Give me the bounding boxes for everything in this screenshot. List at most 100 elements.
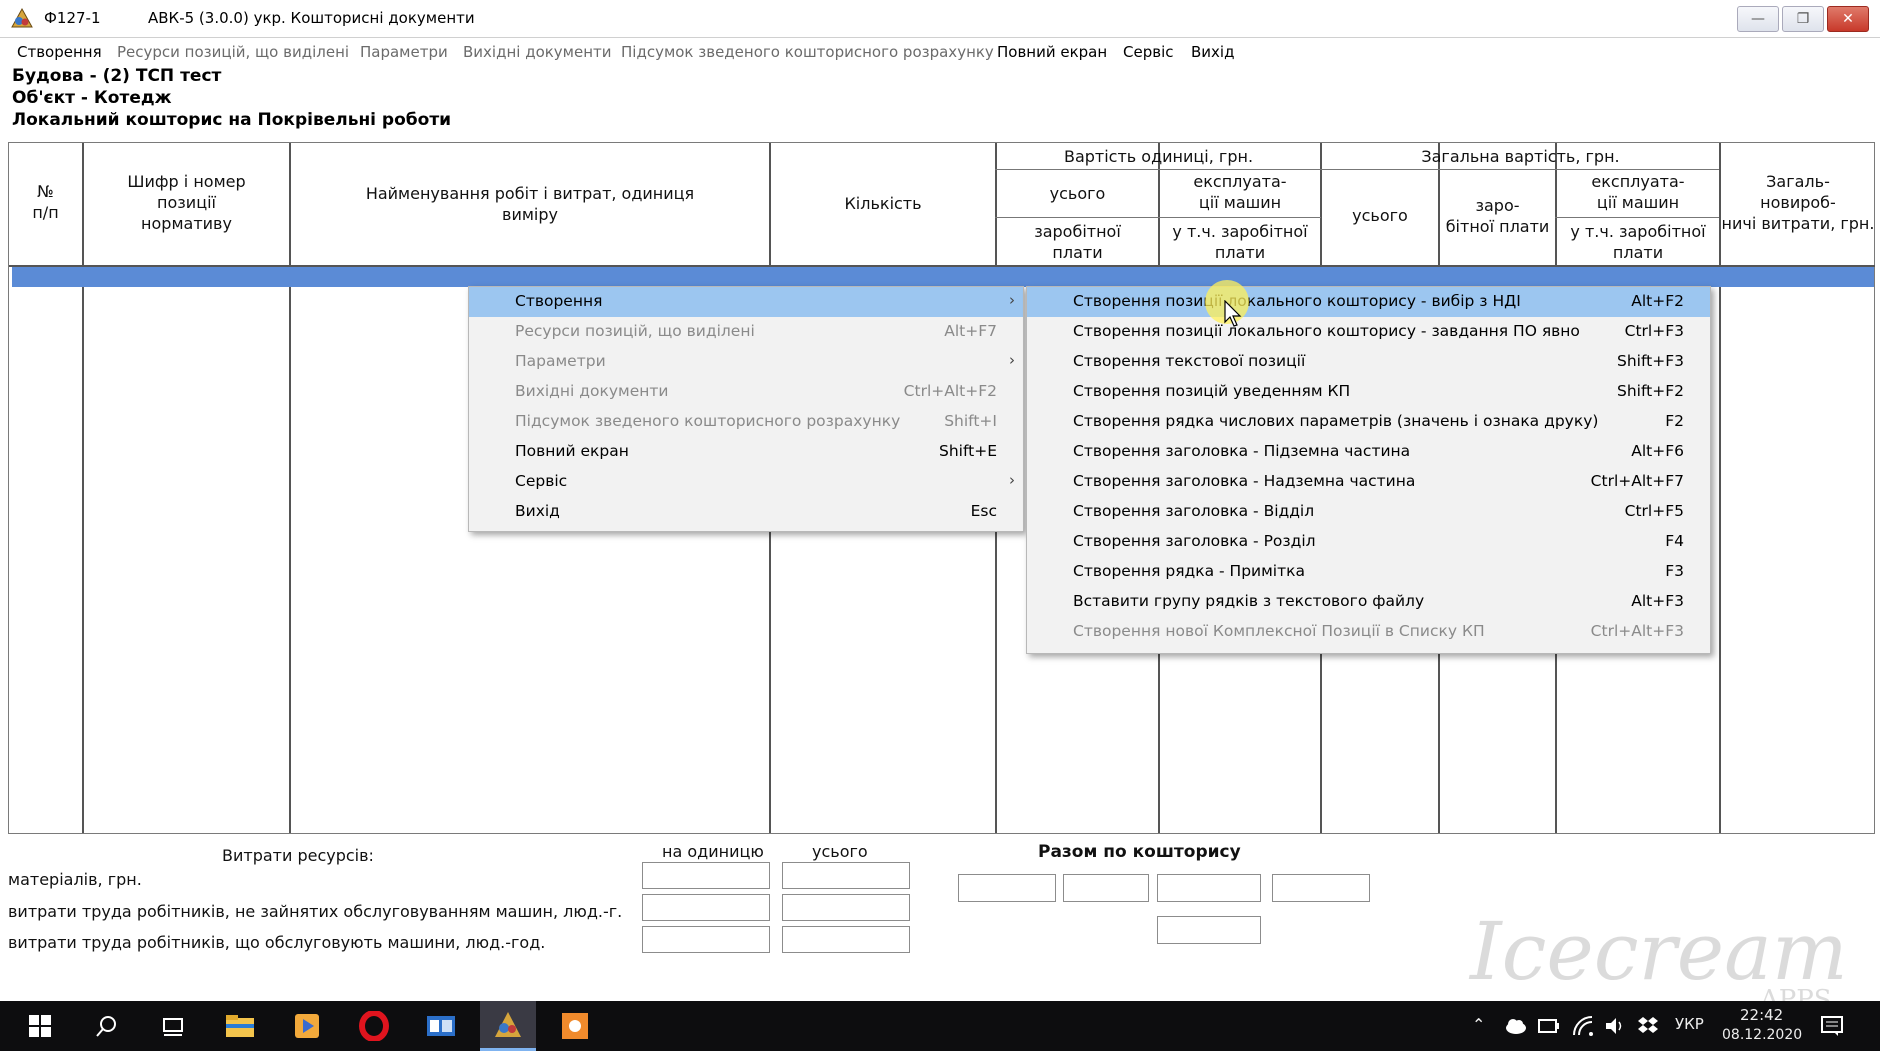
notifications-icon[interactable] bbox=[1820, 1014, 1844, 1038]
volume-icon[interactable] bbox=[1604, 1016, 1626, 1036]
materials-total-field[interactable] bbox=[782, 862, 910, 889]
sub-item-label: Створення позицій уведенням КП bbox=[1073, 382, 1351, 400]
clock-time[interactable]: 22:42 bbox=[1740, 1006, 1783, 1024]
sub-item-position-explicit[interactable]: Створення позиції локального кошторису -… bbox=[1027, 317, 1710, 347]
sub-item-insert-from-file[interactable]: Вставити групу рядків з текстового файлу… bbox=[1027, 587, 1710, 617]
taskbar-media-player[interactable] bbox=[279, 1001, 335, 1051]
estimate-total-field-3[interactable] bbox=[1157, 874, 1261, 902]
language-indicator[interactable]: УКР bbox=[1675, 1015, 1704, 1033]
header-number: № п/п bbox=[32, 182, 59, 222]
sub-item-new-complex-position[interactable]: Створення нової Комплексної Позиції в Сп… bbox=[1027, 617, 1710, 647]
battery-icon[interactable] bbox=[1538, 1018, 1560, 1034]
media-player-icon bbox=[295, 1014, 319, 1038]
ctx-item-exit[interactable]: Вихід Esc bbox=[469, 497, 1023, 527]
sub-item-header-underground[interactable]: Створення заголовка - Підземна частина A… bbox=[1027, 437, 1710, 467]
sub-item-label: Створення позиції локального кошторису -… bbox=[1073, 322, 1580, 340]
sub-item-shortcut: Alt+F2 bbox=[1631, 292, 1684, 310]
per-unit-label: на одиницю bbox=[662, 842, 764, 861]
estimate-total-field-5[interactable] bbox=[1157, 916, 1261, 944]
sub-item-text-position[interactable]: Створення текстової позиції Shift+F3 bbox=[1027, 347, 1710, 377]
ctx-item-service[interactable]: Сервіс › bbox=[469, 467, 1023, 497]
materials-per-unit-field[interactable] bbox=[642, 862, 770, 889]
windows-logo-icon bbox=[29, 1015, 51, 1037]
sub-item-shortcut: Alt+F6 bbox=[1631, 442, 1684, 460]
ctx-item-stvorennia[interactable]: Створення › bbox=[469, 287, 1023, 317]
sub-item-shortcut: Shift+F3 bbox=[1617, 352, 1684, 370]
clock-date[interactable]: 08.12.2020 bbox=[1722, 1027, 1802, 1043]
cloud-icon[interactable] bbox=[1504, 1017, 1528, 1035]
minimize-button[interactable]: — bbox=[1737, 6, 1779, 32]
menu-service[interactable]: Сервіс bbox=[1123, 43, 1173, 61]
task-view-button[interactable] bbox=[145, 1001, 201, 1051]
ctx-item-parameters[interactable]: Параметри › bbox=[469, 347, 1023, 377]
materials-label: матеріалів, грн. bbox=[8, 870, 142, 889]
sub-item-label: Створення заголовка - Розділ bbox=[1073, 532, 1316, 550]
ctx-item-fullscreen[interactable]: Повний екран Shift+E bbox=[469, 437, 1023, 467]
sub-item-shortcut: F4 bbox=[1665, 532, 1684, 550]
sub-item-label: Створення заголовка - Підземна частина bbox=[1073, 442, 1411, 460]
selected-table-row[interactable] bbox=[12, 267, 1874, 287]
sub-item-label: Створення рядка числових параметрів (зна… bbox=[1073, 412, 1599, 430]
search-button[interactable] bbox=[79, 1001, 135, 1051]
maximize-button[interactable]: ❐ bbox=[1782, 6, 1824, 32]
menu-summary[interactable]: Підсумок зведеного кошторисного розрахун… bbox=[621, 43, 994, 61]
ctx-item-output-docs[interactable]: Вихідні документи Ctrl+Alt+F2 bbox=[469, 377, 1023, 407]
menu-stvorennia[interactable]: Створення bbox=[17, 43, 102, 61]
sub-item-shortcut: Ctrl+Alt+F7 bbox=[1590, 472, 1684, 490]
ctx-item-summary[interactable]: Підсумок зведеного кошторисного розрахун… bbox=[469, 407, 1023, 437]
labor-machine-total-field[interactable] bbox=[782, 926, 910, 953]
sub-item-shortcut: Ctrl+Alt+F3 bbox=[1590, 622, 1684, 640]
avk5-app-icon bbox=[495, 1011, 521, 1037]
sub-item-label: Створення заголовка - Надземна частина bbox=[1073, 472, 1416, 490]
menu-fullscreen[interactable]: Повний екран bbox=[997, 43, 1107, 61]
tray-expand-icon[interactable]: ⌃ bbox=[1472, 1015, 1485, 1034]
labor-nonmachine-total-field[interactable] bbox=[782, 894, 910, 921]
sub-item-header-section[interactable]: Створення заголовка - Розділ F4 bbox=[1027, 527, 1710, 557]
app-window-icon bbox=[427, 1016, 455, 1036]
ctx-item-shortcut: Esc bbox=[970, 502, 997, 520]
taskbar-file-explorer[interactable] bbox=[212, 1001, 268, 1051]
sub-item-shortcut: Ctrl+F5 bbox=[1624, 502, 1684, 520]
context-menu: Створення › Ресурси позицій, що виділені… bbox=[468, 286, 1024, 532]
sub-item-numeric-params[interactable]: Створення рядка числових параметрів (зна… bbox=[1027, 407, 1710, 437]
task-view-icon bbox=[163, 1018, 183, 1036]
creation-submenu: Створення позиції локального кошторису -… bbox=[1026, 286, 1711, 654]
estimate-total-field-1[interactable] bbox=[958, 874, 1056, 902]
menu-resources[interactable]: Ресурси позицій, що виділені bbox=[117, 43, 349, 61]
chevron-right-icon: › bbox=[1009, 291, 1015, 309]
mouse-pointer-icon bbox=[1224, 300, 1242, 327]
sub-item-label: Створення нової Комплексної Позиції в Сп… bbox=[1073, 622, 1485, 640]
menu-parameters[interactable]: Параметри bbox=[360, 43, 448, 61]
construction-line: Будова - (2) ТСП тест bbox=[12, 66, 222, 86]
sub-item-label: Створення текстової позиції bbox=[1073, 352, 1306, 370]
ctx-item-resources[interactable]: Ресурси позицій, що виділені Alt+F7 bbox=[469, 317, 1023, 347]
sub-item-note-row[interactable]: Створення рядка - Примітка F3 bbox=[1027, 557, 1710, 587]
close-button[interactable]: ✕ bbox=[1827, 6, 1869, 32]
labor-machine-per-unit-field[interactable] bbox=[642, 926, 770, 953]
header-unit-wage: заробітної плати bbox=[1034, 222, 1121, 262]
chevron-right-icon: › bbox=[1009, 471, 1015, 489]
chevron-right-icon: › bbox=[1009, 351, 1015, 369]
taskbar-opera[interactable] bbox=[346, 1001, 402, 1051]
sub-item-position-ndi[interactable]: Створення позиції локального кошторису -… bbox=[1027, 287, 1710, 317]
menu-exit[interactable]: Вихід bbox=[1191, 43, 1234, 61]
estimate-total-field-4[interactable] bbox=[1272, 874, 1370, 902]
wifi-icon[interactable] bbox=[1572, 1015, 1594, 1037]
sub-item-label: Створення позиції локального кошторису -… bbox=[1073, 292, 1521, 310]
header-name: Найменування робіт і витрат, одиниця вим… bbox=[365, 184, 695, 224]
sub-item-shortcut: F2 bbox=[1665, 412, 1684, 430]
labor-nonmachine-per-unit-field[interactable] bbox=[642, 894, 770, 921]
ctx-item-label: Параметри bbox=[515, 352, 606, 370]
taskbar-avk5[interactable] bbox=[480, 1001, 536, 1051]
dropbox-icon[interactable] bbox=[1637, 1016, 1659, 1036]
menu-output-docs[interactable]: Вихідні документи bbox=[463, 43, 612, 61]
start-button[interactable] bbox=[12, 1001, 68, 1051]
taskbar-app-window[interactable] bbox=[413, 1001, 469, 1051]
sub-item-header-department[interactable]: Створення заголовка - Відділ Ctrl+F5 bbox=[1027, 497, 1710, 527]
taskbar: ⌃ УКР 22:42 08.12.2020 bbox=[0, 1001, 1880, 1051]
document-id: Ф127-1 bbox=[44, 9, 101, 27]
sub-item-kp-positions[interactable]: Створення позицій уведенням КП Shift+F2 bbox=[1027, 377, 1710, 407]
estimate-total-field-2[interactable] bbox=[1063, 874, 1149, 902]
sub-item-header-aboveground[interactable]: Створення заголовка - Надземна частина C… bbox=[1027, 467, 1710, 497]
taskbar-screen-recorder[interactable] bbox=[547, 1001, 603, 1051]
